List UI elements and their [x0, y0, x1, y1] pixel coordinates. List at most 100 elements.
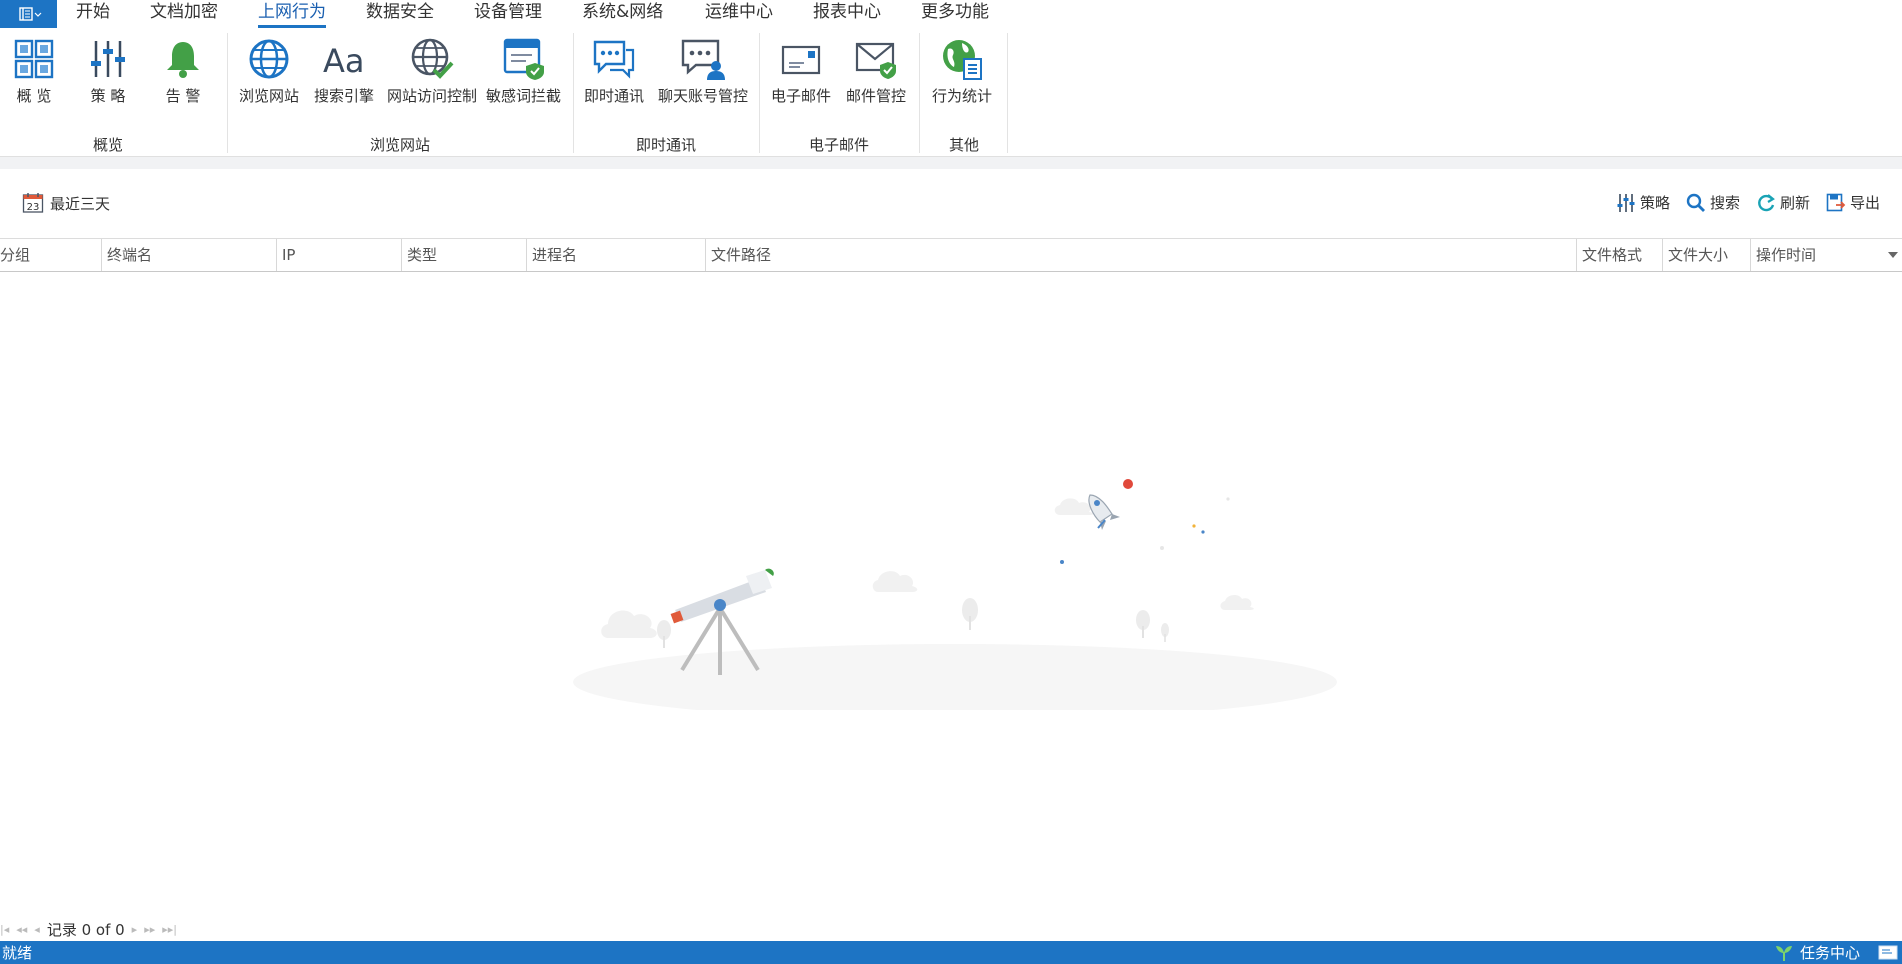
next-page-icon[interactable]: ▸	[132, 923, 138, 936]
ribbon-search-engine-label: 搜索引擎	[314, 87, 375, 105]
ribbon-mail-control-button[interactable]: 邮件管控	[846, 35, 906, 106]
ribbon-policy-button[interactable]: 策 略	[84, 35, 132, 106]
ribbon-chat-account-control-button[interactable]: 聊天账号管控	[658, 35, 748, 106]
toolbar: 23 最近三天 策略 搜索 刷新 导出	[0, 182, 1902, 224]
chat-icon	[593, 40, 635, 79]
menu-start[interactable]: 开始	[76, 0, 110, 29]
next-page-group-icon[interactable]: ▸▸	[144, 923, 155, 936]
column-header-operation-time[interactable]: 操作时间	[1750, 239, 1902, 271]
ribbon-site-access-control-label: 网站访问控制	[387, 87, 478, 105]
toolbar-search-button[interactable]: 搜索	[1686, 192, 1740, 213]
sliders-icon	[1617, 193, 1635, 212]
record-count-text: 记录 0 of 0	[46, 920, 125, 939]
app-menu-button[interactable]	[0, 0, 57, 28]
sliders-icon	[91, 41, 125, 77]
ribbon-sensitive-words-button[interactable]: 敏感词拦截	[486, 35, 561, 106]
ribbon-sensitive-words-label: 敏感词拦截	[486, 87, 562, 105]
refresh-icon	[1758, 193, 1775, 211]
toolbar-search-label: 搜索	[1709, 194, 1740, 212]
ribbon-policy-label: 策 略	[90, 87, 126, 105]
svg-text:Aa: Aa	[323, 42, 365, 80]
group-label-other: 其他	[948, 136, 979, 154]
ribbon-search-engine-button[interactable]: Aa 搜索引擎	[314, 35, 374, 106]
group-label-im: 即时通讯	[635, 136, 696, 154]
column-header-type[interactable]: 类型	[401, 239, 526, 271]
toolbar-refresh-button[interactable]: 刷新	[1756, 192, 1810, 213]
pager: |◂ ◂◂ ◂ 记录 0 of 0 ▸ ▸▸ ▸▸|	[0, 919, 177, 939]
prev-page-icon[interactable]: ◂	[34, 923, 40, 936]
column-header-file-path[interactable]: 文件路径	[705, 239, 1576, 271]
task-center-label: 任务中心	[1799, 944, 1860, 962]
empty-state-illustration	[560, 470, 1350, 720]
toolbar-export-label: 导出	[1849, 194, 1880, 212]
ribbon-email-label: 电子邮件	[771, 87, 832, 105]
column-header-terminal-name[interactable]: 终端名	[101, 239, 276, 271]
earth-report-icon	[943, 40, 982, 80]
font-aa-icon: Aa	[323, 42, 365, 80]
menubar: 开始 文档加密 上网行为 数据安全 设备管理 系统&网络 运维中心 报表中心 更…	[0, 0, 1902, 29]
column-header-file-format[interactable]: 文件格式	[1576, 239, 1662, 271]
chat-user-icon	[681, 39, 725, 80]
toolbar-actions: 策略 搜索 刷新 导出	[1616, 192, 1880, 213]
ribbon-mail-control-label: 邮件管控	[846, 87, 907, 105]
group-label-overview: 概览	[92, 136, 123, 154]
status-text: 就绪	[2, 944, 33, 962]
ribbon-alert-button[interactable]: 告 警	[159, 35, 207, 106]
globe-icon	[249, 39, 289, 79]
ribbon-im-button[interactable]: 即时通讯	[584, 35, 644, 106]
ribbon-im-label: 即时通讯	[584, 87, 645, 105]
column-chooser-dropdown-icon[interactable]	[1888, 252, 1898, 258]
ribbon-email-button[interactable]: 电子邮件	[771, 35, 831, 106]
menu-more-features[interactable]: 更多功能	[921, 0, 989, 29]
envelope-shield-icon	[855, 42, 896, 79]
group-label-browsing: 浏览网站	[369, 136, 430, 154]
column-header-file-size[interactable]: 文件大小	[1662, 239, 1750, 271]
status-bar: 就绪 任务中心	[0, 941, 1902, 964]
table-header: 分组 终端名 IP 类型 进程名 文件路径 文件格式 文件大小 操作时间	[0, 238, 1902, 272]
ribbon: 概 览 策 略 告 警 概览 浏览网站 Aa 搜索引擎 网站访问控制 敏感词拦截…	[0, 29, 1902, 156]
search-icon	[1686, 193, 1705, 212]
menu-report-center[interactable]: 报表中心	[813, 0, 881, 29]
menu-ops-center[interactable]: 运维中心	[705, 0, 773, 29]
calendar-icon: 23	[22, 193, 44, 213]
menu-internet-behavior[interactable]: 上网行为	[258, 0, 326, 29]
ribbon-chat-account-control-label: 聊天账号管控	[658, 87, 749, 105]
export-icon	[1826, 193, 1846, 211]
column-header-process-name[interactable]: 进程名	[526, 239, 705, 271]
ribbon-browse-web-button[interactable]: 浏览网站	[239, 35, 299, 106]
ribbon-behavior-stats-label: 行为统计	[932, 87, 993, 105]
globe-check-icon	[411, 38, 454, 79]
calendar-day: 23	[27, 202, 40, 213]
menu-device-management[interactable]: 设备管理	[474, 0, 542, 29]
plant-icon	[1775, 945, 1792, 961]
column-header-group[interactable]: 分组	[0, 239, 101, 271]
prev-page-group-icon[interactable]: ◂◂	[16, 923, 27, 936]
ribbon-overview-button[interactable]: 概 览	[10, 35, 58, 106]
toolbar-refresh-label: 刷新	[1779, 194, 1810, 212]
envelope-icon	[781, 45, 821, 75]
bell-icon	[167, 42, 199, 78]
group-separator	[1007, 33, 1008, 153]
menu-data-security[interactable]: 数据安全	[366, 0, 434, 29]
column-header-operation-time-label: 操作时间	[1756, 246, 1817, 264]
column-header-ip[interactable]: IP	[276, 239, 401, 271]
toolbar-policy-button[interactable]: 策略	[1616, 192, 1670, 213]
last-page-icon[interactable]: ▸▸|	[162, 923, 177, 936]
date-filter-button[interactable]: 23 最近三天	[22, 192, 110, 214]
menu-doc-encryption[interactable]: 文档加密	[150, 0, 218, 29]
date-filter-label: 最近三天	[50, 194, 111, 213]
menu-system-network[interactable]: 系统&网络	[582, 0, 663, 29]
message-icon[interactable]	[1878, 945, 1898, 960]
toolbar-policy-label: 策略	[1639, 194, 1670, 212]
app-menu-icon	[18, 7, 41, 21]
browser-shield-icon	[503, 38, 544, 80]
first-page-icon[interactable]: |◂	[0, 923, 9, 936]
ribbon-site-access-control-button[interactable]: 网站访问控制	[387, 35, 477, 106]
grid-icon	[14, 39, 54, 79]
ribbon-overview-label: 概 览	[16, 87, 52, 105]
task-center-button[interactable]: 任务中心	[1774, 942, 1860, 963]
ribbon-bottom-bar	[0, 156, 1902, 169]
group-label-email: 电子邮件	[808, 136, 869, 154]
toolbar-export-button[interactable]: 导出	[1826, 192, 1880, 213]
ribbon-behavior-stats-button[interactable]: 行为统计	[932, 35, 992, 106]
